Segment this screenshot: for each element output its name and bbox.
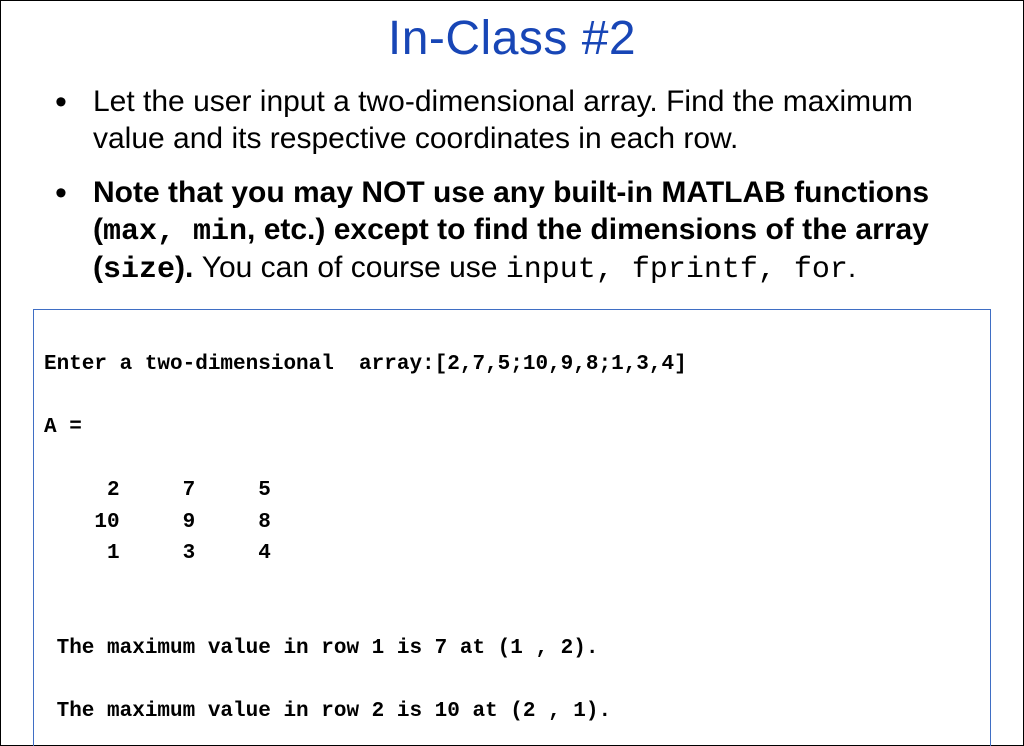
bullet2-funcs1: max, min (103, 215, 247, 249)
bullet2-period: . (848, 251, 856, 284)
bullet2-funcs2: input, fprintf, for (506, 253, 848, 287)
code-output-box: Enter a two-dimensional array:[2,7,5;10,… (33, 309, 991, 746)
bullet-item-1: Let the user input a two-dimensional arr… (47, 84, 985, 157)
output-line-2: The maximum value in row 2 is 10 at (2 ,… (44, 700, 611, 723)
bullet-item-2: Note that you may NOT use any built-in M… (47, 175, 985, 289)
bullet2-size: size (103, 253, 175, 287)
matrix-row-2: 10 9 8 (44, 511, 271, 534)
code-avar: A = (44, 416, 82, 439)
bullet-list: Let the user input a two-dimensional arr… (29, 84, 995, 289)
bullet2-after: ). (175, 251, 202, 284)
slide-title: In-Class #2 (29, 11, 995, 66)
matrix-row-3: 1 3 4 (44, 542, 271, 565)
code-prompt-line: Enter a two-dimensional array:[2,7,5;10,… (44, 353, 687, 376)
slide: In-Class #2 Let the user input a two-dim… (0, 0, 1024, 746)
matrix-row-1: 2 7 5 (44, 479, 271, 502)
bullet2-tail-plain: You can of course use (202, 251, 506, 284)
output-line-1: The maximum value in row 1 is 7 at (1 , … (44, 637, 599, 660)
bullet-text-1: Let the user input a two-dimensional arr… (93, 85, 913, 155)
